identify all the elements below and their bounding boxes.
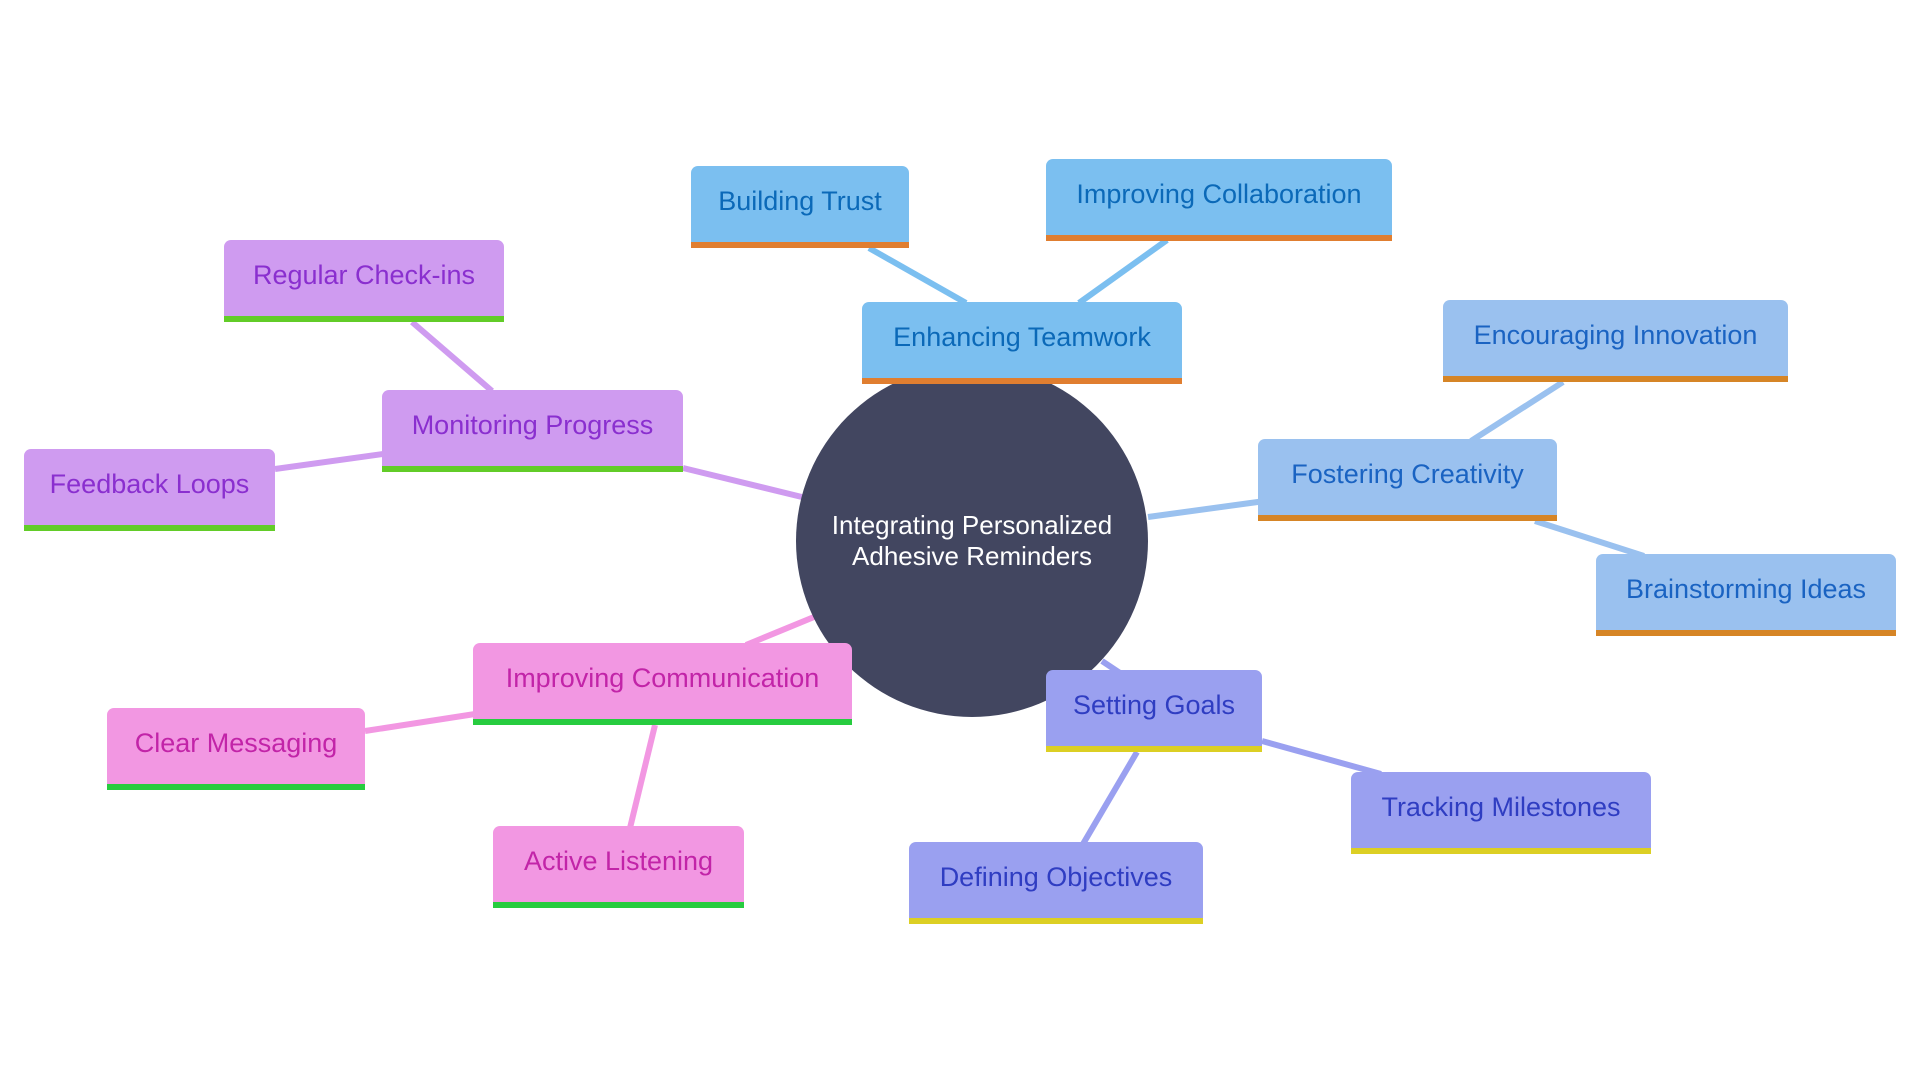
link-monitoring-progress-feedback-loops bbox=[274, 451, 384, 472]
central-topic-line1: Integrating Personalized bbox=[831, 510, 1113, 540]
link-fostering-creativity-brainstorming-ideas bbox=[1534, 518, 1645, 559]
link-setting-goals-tracking-milestones bbox=[1261, 738, 1382, 777]
central-topic-line2: Adhesive Reminders bbox=[852, 541, 1092, 571]
node-label: Improving Collaboration bbox=[1076, 178, 1362, 209]
node-regular-check-ins[interactable]: Regular Check-ins bbox=[224, 240, 504, 322]
node-label: Tracking Milestones bbox=[1381, 791, 1621, 822]
node-label: Defining Objectives bbox=[939, 861, 1173, 892]
node-encouraging-innovation[interactable]: Encouraging Innovation bbox=[1443, 300, 1788, 382]
node-enhancing-teamwork[interactable]: Enhancing Teamwork bbox=[862, 302, 1182, 384]
node-setting-goals[interactable]: Setting Goals bbox=[1046, 670, 1262, 752]
node-label: Encouraging Innovation bbox=[1473, 319, 1758, 350]
node-brainstorming-ideas[interactable]: Brainstorming Ideas bbox=[1596, 554, 1896, 636]
node-label: Improving Communication bbox=[505, 662, 820, 693]
node-label: Fostering Creativity bbox=[1291, 458, 1524, 489]
node-feedback-loops[interactable]: Feedback Loops bbox=[24, 449, 275, 531]
node-label: Regular Check-ins bbox=[252, 259, 476, 290]
node-building-trust[interactable]: Building Trust bbox=[691, 166, 909, 248]
link-center-fostering-creativity bbox=[1147, 498, 1266, 520]
link-center-monitoring-progress bbox=[682, 465, 807, 501]
node-tracking-milestones[interactable]: Tracking Milestones bbox=[1351, 772, 1651, 854]
node-label: Feedback Loops bbox=[49, 468, 250, 499]
link-improving-communication-active-listening bbox=[627, 724, 658, 829]
node-defining-objectives[interactable]: Defining Objectives bbox=[909, 842, 1203, 924]
link-fostering-creativity-encouraging-innovation bbox=[1469, 379, 1565, 444]
node-clear-messaging[interactable]: Clear Messaging bbox=[107, 708, 365, 790]
node-improving-collaboration[interactable]: Improving Collaboration bbox=[1046, 159, 1392, 241]
node-label: Brainstorming Ideas bbox=[1625, 573, 1867, 604]
link-setting-goals-defining-objectives bbox=[1080, 750, 1140, 846]
node-label: Clear Messaging bbox=[134, 727, 338, 758]
node-monitoring-progress[interactable]: Monitoring Progress bbox=[382, 390, 683, 472]
node-label: Monitoring Progress bbox=[411, 409, 654, 440]
link-improving-communication-clear-messaging bbox=[364, 711, 476, 734]
node-fostering-creativity[interactable]: Fostering Creativity bbox=[1258, 439, 1557, 521]
link-center-improving-communication bbox=[744, 614, 816, 648]
node-label: Active Listening bbox=[523, 845, 714, 876]
node-active-listening[interactable]: Active Listening bbox=[493, 826, 744, 908]
node-label: Setting Goals bbox=[1072, 689, 1236, 720]
link-monitoring-progress-regular-check-ins bbox=[410, 319, 494, 394]
link-enhancing-teamwork-building-trust bbox=[867, 245, 968, 306]
node-improving-communication[interactable]: Improving Communication bbox=[473, 643, 852, 725]
node-label: Building Trust bbox=[718, 185, 882, 216]
link-enhancing-teamwork-improving-collaboration bbox=[1077, 237, 1169, 306]
node-label: Enhancing Teamwork bbox=[893, 321, 1151, 352]
